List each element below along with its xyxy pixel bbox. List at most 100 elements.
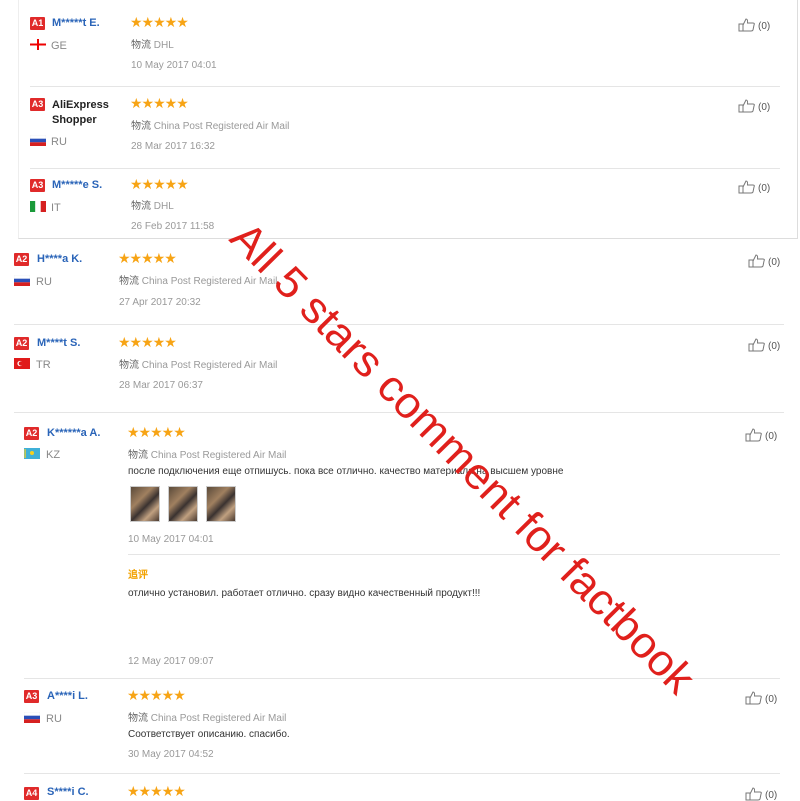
thumbs-up-icon [738,180,755,194]
reviewer-name[interactable]: AliExpress Shopper [52,98,122,128]
thumbs-up-icon [745,428,762,442]
level-badge: A3 [24,690,39,703]
level-badge: A2 [14,337,29,350]
helpful-button[interactable]: (0) [745,428,777,442]
level-badge: A4 [24,787,39,800]
level-badge: A3 [30,179,45,192]
shipping-method: 物流 DHL [131,36,174,51]
review-photo[interactable] [168,486,198,522]
shipping-method: 物流 China Post Registered Air Mail [128,709,286,724]
helpful-button[interactable]: (0) [748,254,780,268]
reviewer-country: TR [36,359,51,371]
review-date: 28 Mar 2017 06:37 [119,380,203,391]
reviewer-country: RU [51,136,67,148]
helpful-button[interactable]: (0) [745,787,777,801]
shipping-method: 物流 DHL [131,197,174,212]
shipping-method: 物流 China Post Registered Air Mail [131,117,289,132]
rating-stars: ★★★★★ [127,783,186,799]
reviewer-name[interactable]: S****i C. [47,786,89,798]
shipping-label: 物流 [119,276,139,287]
rating-stars: ★★★★★ [127,687,186,703]
helpful-count: (0) [768,257,781,268]
thumbs-up-icon [738,99,755,113]
review-photo[interactable] [130,486,160,522]
rating-stars: ★★★★★ [118,334,177,350]
reviewer-country: IT [51,202,61,214]
divider [128,554,780,555]
review-date: 27 Apr 2017 20:32 [119,297,201,308]
rating-stars: ★★★★★ [118,250,177,266]
followup-text: отлично установил. работает отлично. сра… [128,588,481,599]
shipping-method: 物流 China Post Registered Air Mail [119,272,277,287]
shipping-value: DHL [153,40,174,51]
helpful-count: (0) [765,694,778,705]
review-date: 10 May 2017 04:01 [131,60,217,71]
shipping-label: 物流 [131,40,151,51]
helpful-button[interactable]: (0) [745,691,777,705]
level-badge: A3 [30,98,45,111]
divider [14,324,784,325]
shipping-label: 物流 [131,121,151,132]
flag-ru-icon [14,275,30,286]
review-date: 26 Feb 2017 11:58 [131,221,215,232]
helpful-count: (0) [758,21,771,32]
review-text: после подключения еще отпишусь. пока все… [128,466,564,477]
shipping-value: China Post Registered Air Mail [141,360,278,371]
shipping-value: China Post Registered Air Mail [141,276,278,287]
helpful-count: (0) [758,102,771,113]
shipping-value: China Post Registered Air Mail [150,450,287,461]
flag-tr-icon [14,358,30,369]
divider [14,412,784,413]
helpful-button[interactable]: (0) [738,180,770,194]
flag-it-icon [30,201,46,212]
shipping-value: China Post Registered Air Mail [150,713,287,724]
review-date: 30 May 2017 04:52 [128,749,214,760]
reviewer-name[interactable]: M****t S. [37,337,80,349]
thumbs-up-icon [748,338,765,352]
thumbs-up-icon [748,254,765,268]
divider [30,168,780,169]
flag-kz-icon [24,448,40,459]
thumbs-up-icon [745,787,762,801]
helpful-count: (0) [768,341,781,352]
thumbs-up-icon [738,18,755,32]
reviewer-country: RU [46,713,62,725]
followup-label: 追评 [128,570,148,581]
reviewer-name[interactable]: A****i L. [47,690,88,702]
divider [24,773,780,774]
helpful-button[interactable]: (0) [738,18,770,32]
followup-date: 12 May 2017 09:07 [128,656,214,667]
reviewer-name[interactable]: M*****e S. [52,179,102,191]
shipping-method: 物流 China Post Registered Air Mail [119,356,277,371]
review-photo[interactable] [206,486,236,522]
shipping-value: DHL [153,201,174,212]
divider [30,86,780,87]
review-date: 10 May 2017 04:01 [128,534,214,545]
shipping-value: China Post Registered Air Mail [153,121,290,132]
thumbs-up-icon [745,691,762,705]
level-badge: A1 [30,17,45,30]
flag-ru-icon [30,135,46,146]
overlay-text: All 5 stars comment for factbook [221,213,705,705]
helpful-button[interactable]: (0) [748,338,780,352]
flag-ge-icon [30,39,46,50]
helpful-button[interactable]: (0) [738,99,770,113]
rating-stars: ★★★★★ [130,176,189,192]
reviewer-country: RU [36,276,52,288]
review-date: 28 Mar 2017 16:32 [131,141,215,152]
reviewer-name[interactable]: H****a K. [37,253,82,265]
helpful-count: (0) [765,431,778,442]
rating-stars: ★★★★★ [130,95,189,111]
shipping-method: 物流 China Post Registered Air Mail [128,446,286,461]
rating-stars: ★★★★★ [127,424,186,440]
reviewer-name[interactable]: K******a A. [47,427,100,439]
helpful-count: (0) [765,790,778,801]
level-badge: A2 [14,253,29,266]
reviewer-name[interactable]: M*****t E. [52,17,100,29]
shipping-label: 物流 [119,360,139,371]
shipping-label: 物流 [128,713,148,724]
review-text: Соответствует описанию. спасибо. [128,729,290,740]
level-badge: A2 [24,427,39,440]
divider [24,678,780,679]
reviewer-country: GE [51,40,67,52]
